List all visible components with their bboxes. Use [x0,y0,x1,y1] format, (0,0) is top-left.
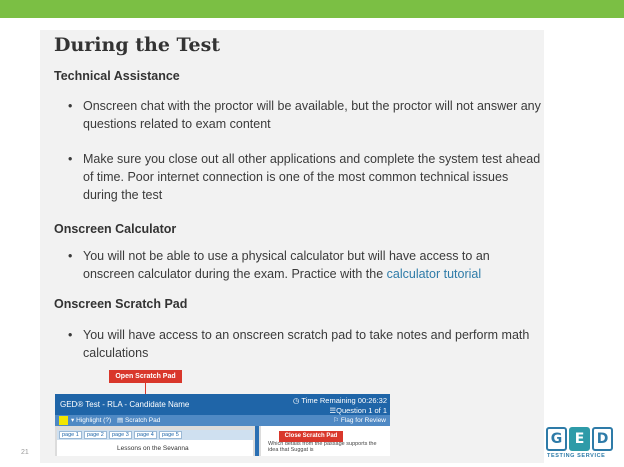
slide-title: During the Test [54,34,221,56]
bullet-scratch-pad: • You will have access to an onscreen sc… [68,328,530,360]
bullet-dot: • [68,249,73,263]
bullet-calculator: • You will not be able to use a physical… [68,247,544,283]
question-text: Which details from the passage supports … [268,441,377,453]
tab-page-4[interactable]: page 4 [134,431,157,439]
test-interface-screenshot: Open Scratch Pad GED® Test - RLA - Candi… [55,370,390,456]
scratch-pad-icon: ▤ [117,417,125,424]
scratch-pad-button[interactable]: ▤ Scratch Pad [117,416,160,424]
heading-onscreen-scratch-pad: Onscreen Scratch Pad [54,297,188,311]
passage-title: Lessons on the Sevanna [117,445,189,452]
highlight-color-swatch[interactable] [59,416,68,425]
bullet-close-applications: • Make sure you close out all other appl… [68,152,541,202]
tab-page-3[interactable]: page 3 [109,431,132,439]
top-accent-bar [0,0,624,18]
flag-for-review-button[interactable]: ⚐ Flag for Review [333,416,386,424]
question-counter: ☰Question 1 of 1 [329,406,387,415]
close-scratch-pad-button[interactable]: Close Scratch Pad [279,431,343,442]
slide-number: 21 [21,449,29,456]
bullet-dot: • [68,328,73,342]
time-remaining: ◷ Time Remaining 00:26:32 [292,396,387,405]
test-header: GED® Test - RLA - Candidate Name ◷ Time … [55,394,390,415]
pane-divider[interactable] [255,426,259,456]
bullet-dot: • [68,99,73,113]
logo-letter-d: D [592,427,613,451]
heading-onscreen-calculator: Onscreen Calculator [54,222,177,236]
test-page-area: page 1 page 2 page 3 page 4 page 5 Lesso… [55,426,390,456]
ged-testing-service-logo: G E D TESTING SERVICE [546,427,614,463]
bullet-proctor-chat: • Onscreen chat with the proctor will be… [68,99,541,131]
bullet-dot: • [68,152,73,166]
flag-icon: ⚐ [333,417,341,424]
logo-letter-g: G [546,427,567,451]
logo-letter-e: E [569,427,590,451]
tab-page-5[interactable]: page 5 [159,431,182,439]
help-icon: (?) [101,417,112,424]
tab-page-1[interactable]: page 1 [59,431,82,439]
calculator-tutorial-link[interactable]: calculator tutorial [387,267,482,281]
test-toolbar: ▾ Highlight (?) ▤ Scratch Pad ⚐ Flag for… [55,415,390,426]
page-tabs: page 1 page 2 page 3 page 4 page 5 [57,430,253,440]
open-scratch-pad-button[interactable]: Open Scratch Pad [109,370,182,383]
tab-page-2[interactable]: page 2 [84,431,107,439]
heading-technical-assistance: Technical Assistance [54,69,180,83]
logo-subtitle: TESTING SERVICE [547,453,606,459]
test-title: GED® Test - RLA - Candidate Name [60,400,190,409]
highlight-button[interactable]: ▾ Highlight (?) [71,416,111,424]
